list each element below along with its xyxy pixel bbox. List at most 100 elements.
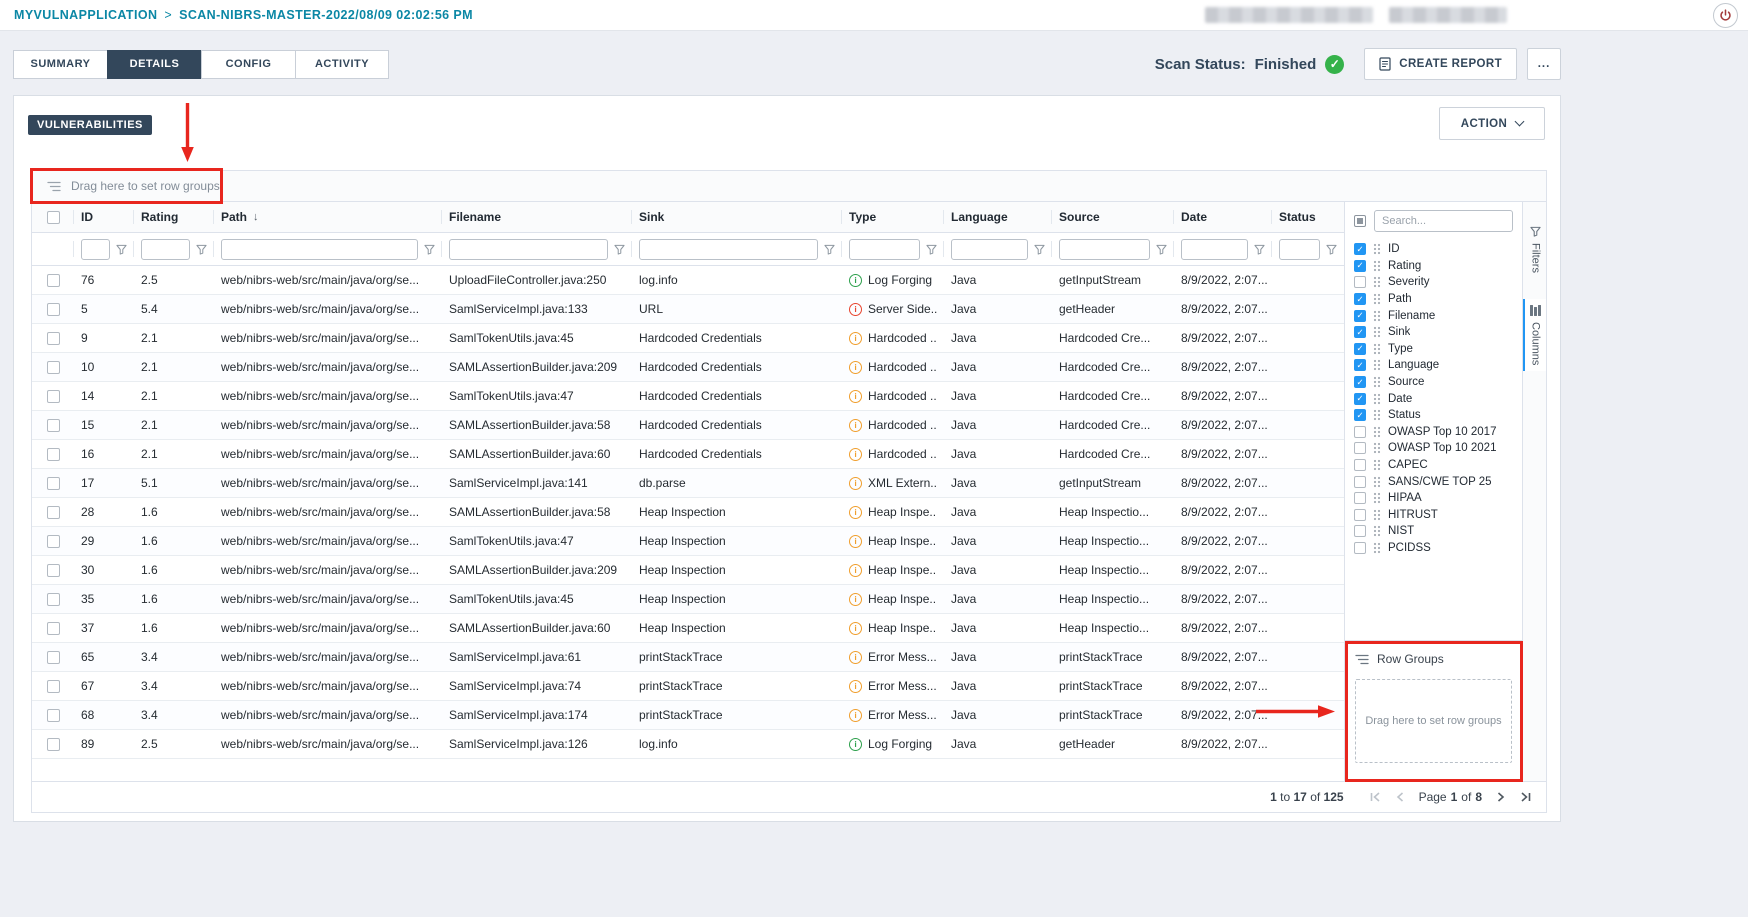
table-row[interactable]: 762.5web/nibrs-web/src/main/java/org/se.… xyxy=(32,266,1344,295)
table-row[interactable]: 371.6web/nibrs-web/src/main/java/org/se.… xyxy=(32,614,1344,643)
column-header-language[interactable]: Language xyxy=(944,202,1052,232)
column-checkbox[interactable]: ✓ xyxy=(1354,376,1366,388)
filter-input-status[interactable] xyxy=(1279,239,1320,260)
table-row[interactable]: 291.6web/nibrs-web/src/main/java/org/se.… xyxy=(32,527,1344,556)
column-header-sink[interactable]: Sink xyxy=(632,202,842,232)
filter-funnel-icon[interactable] xyxy=(1254,244,1265,255)
column-toggle-sink[interactable]: ✓Sink xyxy=(1345,324,1522,341)
filter-funnel-icon[interactable] xyxy=(1034,244,1045,255)
filter-input-rating[interactable] xyxy=(141,239,190,260)
filter-funnel-icon[interactable] xyxy=(1326,244,1337,255)
tab-config[interactable]: CONFIG xyxy=(201,50,295,79)
column-search-input[interactable] xyxy=(1374,210,1513,232)
drag-handle-icon[interactable] xyxy=(1373,509,1381,521)
drag-handle-icon[interactable] xyxy=(1373,260,1381,272)
drag-handle-icon[interactable] xyxy=(1373,276,1381,288)
column-checkbox[interactable] xyxy=(1354,276,1366,288)
row-checkbox[interactable] xyxy=(47,506,60,519)
column-checkbox[interactable] xyxy=(1354,442,1366,454)
row-group-drop-bar[interactable]: Drag here to set row groups xyxy=(32,171,1546,202)
column-toggle-capec[interactable]: CAPEC xyxy=(1345,457,1522,474)
column-toggle-language[interactable]: ✓Language xyxy=(1345,357,1522,374)
filter-input-type[interactable] xyxy=(849,239,920,260)
column-toggle-sans-cwe-top-25[interactable]: SANS/CWE TOP 25 xyxy=(1345,473,1522,490)
column-toggle-hitrust[interactable]: HITRUST xyxy=(1345,507,1522,524)
drag-handle-icon[interactable] xyxy=(1373,542,1381,554)
filter-funnel-icon[interactable] xyxy=(614,244,625,255)
row-checkbox[interactable] xyxy=(47,332,60,345)
filter-input-date[interactable] xyxy=(1181,239,1248,260)
drag-handle-icon[interactable] xyxy=(1373,426,1381,438)
filter-input-path[interactable] xyxy=(221,239,418,260)
column-checkbox[interactable]: ✓ xyxy=(1354,293,1366,305)
more-options-button[interactable]: ... xyxy=(1527,48,1561,80)
column-checkbox[interactable] xyxy=(1354,492,1366,504)
column-checkbox[interactable]: ✓ xyxy=(1354,393,1366,405)
create-report-button[interactable]: CREATE REPORT xyxy=(1364,48,1517,80)
tab-summary[interactable]: SUMMARY xyxy=(13,50,107,79)
column-header-status[interactable]: Status xyxy=(1272,202,1344,232)
table-row[interactable]: 152.1web/nibrs-web/src/main/java/org/se.… xyxy=(32,411,1344,440)
first-page-button[interactable] xyxy=(1370,792,1381,802)
select-all-checkbox[interactable] xyxy=(47,211,60,224)
filter-input-filename[interactable] xyxy=(449,239,608,260)
logout-button[interactable] xyxy=(1713,3,1738,28)
table-row[interactable]: 653.4web/nibrs-web/src/main/java/org/se.… xyxy=(32,643,1344,672)
side-tab-filters[interactable]: Filters xyxy=(1523,220,1546,279)
column-toggle-severity[interactable]: Severity xyxy=(1345,274,1522,291)
column-checkbox[interactable] xyxy=(1354,459,1366,471)
column-toggle-status[interactable]: ✓Status xyxy=(1345,407,1522,424)
column-header-type[interactable]: Type xyxy=(842,202,944,232)
tab-details[interactable]: DETAILS xyxy=(107,50,201,79)
drag-handle-icon[interactable] xyxy=(1373,376,1381,388)
drag-handle-icon[interactable] xyxy=(1373,459,1381,471)
filter-funnel-icon[interactable] xyxy=(116,244,127,255)
row-checkbox[interactable] xyxy=(47,361,60,374)
table-row[interactable]: 175.1web/nibrs-web/src/main/java/org/se.… xyxy=(32,469,1344,498)
table-row[interactable]: 55.4web/nibrs-web/src/main/java/org/se..… xyxy=(32,295,1344,324)
side-tab-columns[interactable]: Columns xyxy=(1523,299,1546,371)
column-toggle-rating[interactable]: ✓Rating xyxy=(1345,258,1522,275)
table-row[interactable]: 92.1web/nibrs-web/src/main/java/org/se..… xyxy=(32,324,1344,353)
last-page-button[interactable] xyxy=(1520,792,1531,802)
drag-handle-icon[interactable] xyxy=(1373,310,1381,322)
row-groups-drop-zone[interactable]: Drag here to set row groups xyxy=(1355,679,1512,763)
column-header-filename[interactable]: Filename xyxy=(442,202,632,232)
table-row[interactable]: 162.1web/nibrs-web/src/main/java/org/se.… xyxy=(32,440,1344,469)
column-checkbox[interactable] xyxy=(1354,426,1366,438)
filter-funnel-icon[interactable] xyxy=(1156,244,1167,255)
drag-handle-icon[interactable] xyxy=(1373,243,1381,255)
row-checkbox[interactable] xyxy=(47,564,60,577)
filter-funnel-icon[interactable] xyxy=(926,244,937,255)
filter-input-source[interactable] xyxy=(1059,239,1150,260)
column-toggle-id[interactable]: ✓ID xyxy=(1345,241,1522,258)
column-header-path[interactable]: Path↓ xyxy=(214,202,442,232)
row-checkbox[interactable] xyxy=(47,651,60,664)
column-toggle-hipaa[interactable]: HIPAA xyxy=(1345,490,1522,507)
tab-activity[interactable]: ACTIVITY xyxy=(295,50,389,79)
row-checkbox[interactable] xyxy=(47,448,60,461)
column-toggle-path[interactable]: ✓Path xyxy=(1345,291,1522,308)
drag-handle-icon[interactable] xyxy=(1373,442,1381,454)
column-toggle-owasp-top-10-2017[interactable]: OWASP Top 10 2017 xyxy=(1345,424,1522,441)
column-checkbox[interactable]: ✓ xyxy=(1354,310,1366,322)
table-row[interactable]: 673.4web/nibrs-web/src/main/java/org/se.… xyxy=(32,672,1344,701)
row-checkbox[interactable] xyxy=(47,680,60,693)
table-row[interactable]: 281.6web/nibrs-web/src/main/java/org/se.… xyxy=(32,498,1344,527)
column-checkbox[interactable] xyxy=(1354,476,1366,488)
row-checkbox[interactable] xyxy=(47,535,60,548)
column-toggle-source[interactable]: ✓Source xyxy=(1345,374,1522,391)
row-checkbox[interactable] xyxy=(47,477,60,490)
column-header-date[interactable]: Date xyxy=(1174,202,1272,232)
row-checkbox[interactable] xyxy=(47,274,60,287)
column-toggle-owasp-top-10-2021[interactable]: OWASP Top 10 2021 xyxy=(1345,440,1522,457)
column-checkbox[interactable] xyxy=(1354,525,1366,537)
column-checkbox[interactable]: ✓ xyxy=(1354,409,1366,421)
toggle-all-columns-checkbox[interactable] xyxy=(1354,215,1366,227)
drag-handle-icon[interactable] xyxy=(1373,359,1381,371)
table-row[interactable]: 892.5web/nibrs-web/src/main/java/org/se.… xyxy=(32,730,1344,759)
table-row[interactable]: 301.6web/nibrs-web/src/main/java/org/se.… xyxy=(32,556,1344,585)
next-page-button[interactable] xyxy=(1497,792,1505,802)
filter-input-language[interactable] xyxy=(951,239,1028,260)
drag-handle-icon[interactable] xyxy=(1373,525,1381,537)
